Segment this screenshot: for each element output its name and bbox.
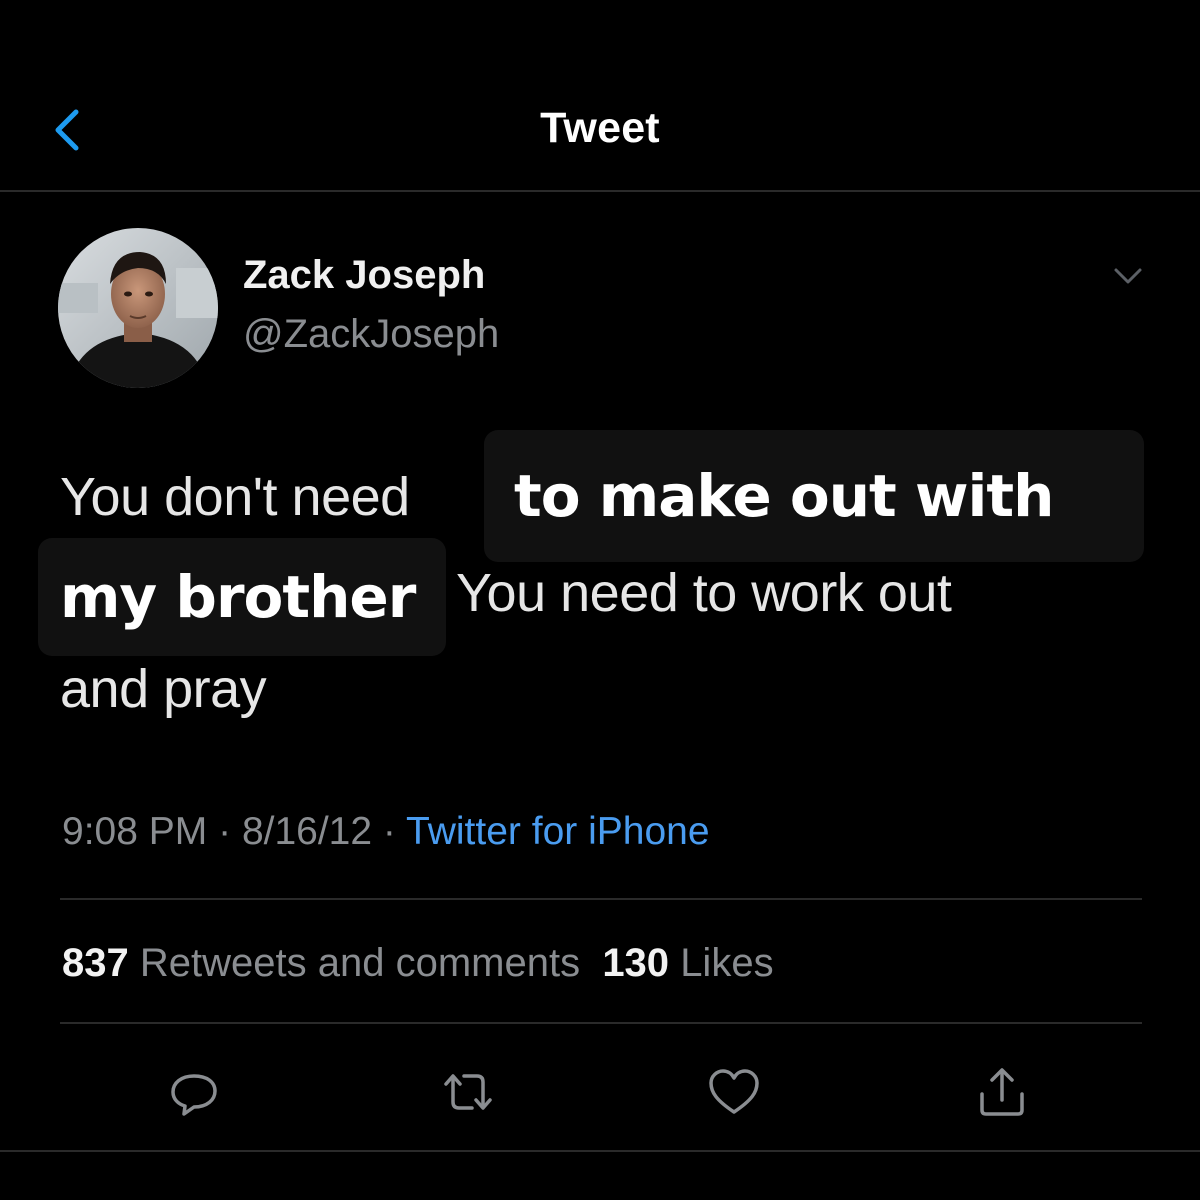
- tweet-text-segment: You need to work out: [456, 563, 952, 623]
- caption-text: to make out with: [514, 462, 1054, 530]
- retweets-stat[interactable]: 837 Retweets and comments: [62, 941, 580, 985]
- caption-overlay: my brother: [38, 538, 446, 656]
- share-icon: [980, 1068, 1024, 1116]
- retweets-label: Retweets and comments: [139, 941, 581, 985]
- tweet-text-segment: and pray: [60, 659, 267, 719]
- tweet-meta: 9:08 PM · 8/16/12 · Twitter for iPhone: [62, 810, 710, 854]
- likes-label: Likes: [680, 941, 774, 985]
- meta-separator: ·: [218, 810, 232, 853]
- actions-divider: [0, 1150, 1200, 1152]
- caption-text: my brother: [60, 563, 416, 631]
- tweet-stats: 837 Retweets and comments 130 Likes: [62, 941, 774, 986]
- retweet-icon: [444, 1074, 492, 1110]
- reply-icon: [171, 1074, 217, 1116]
- reply-button[interactable]: [166, 1062, 222, 1122]
- like-icon: [709, 1069, 759, 1114]
- stats-divider: [60, 1022, 1142, 1024]
- tweet-source-link[interactable]: Twitter for iPhone: [406, 810, 709, 853]
- tweet-time: 9:08 PM: [62, 810, 208, 853]
- retweets-count: 837: [62, 941, 129, 985]
- retweet-button[interactable]: [440, 1062, 496, 1122]
- share-button[interactable]: [974, 1062, 1030, 1122]
- likes-stat[interactable]: 130 Likes: [602, 941, 773, 985]
- caption-overlay: to make out with: [484, 430, 1144, 562]
- tweet-text-segment: You don't need: [60, 467, 410, 527]
- tweet-date: 8/16/12: [241, 810, 373, 853]
- meta-divider: [60, 898, 1142, 900]
- tweet-text: You don't need to make out with my broth…: [0, 0, 1200, 760]
- meta-separator: ·: [382, 810, 396, 853]
- like-button[interactable]: [706, 1062, 762, 1122]
- likes-count: 130: [602, 941, 670, 985]
